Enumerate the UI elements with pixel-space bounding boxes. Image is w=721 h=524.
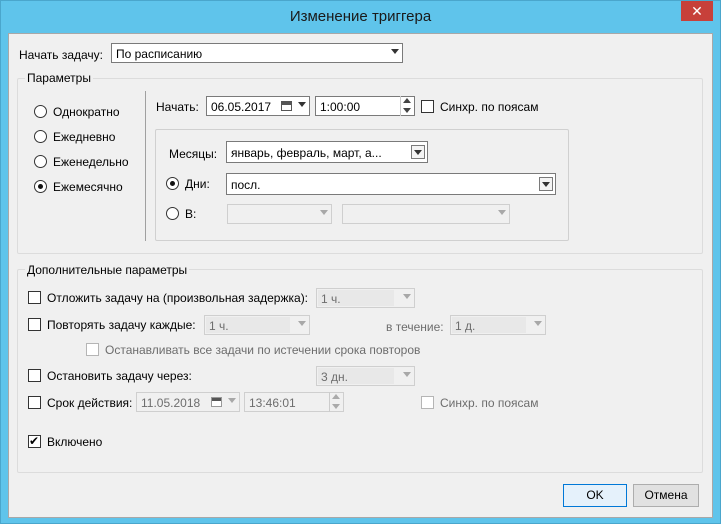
delay-select[interactable]: 1 ч. (316, 288, 415, 308)
expire-sync-checkbox[interactable] (421, 396, 434, 409)
cancel-button[interactable]: Отмена (633, 484, 699, 507)
repeat-label: Повторять задачу каждые: (47, 318, 196, 332)
radio-days[interactable] (166, 177, 179, 190)
chevron-down-icon (403, 372, 411, 377)
begin-task-value: По расписанию (116, 47, 203, 61)
checkmark-icon: ✔ (29, 434, 40, 448)
enabled-label: Включено (47, 435, 103, 449)
sync-timezones-label: Синхр. по поясам (440, 100, 539, 114)
days-select[interactable]: посл. (226, 173, 556, 195)
start-label: Начать: (156, 100, 199, 114)
start-date-value: 06.05.2017 (211, 100, 272, 114)
calendar-icon (211, 397, 222, 407)
delay-label: Отложить задачу на (произвольная задержк… (47, 291, 309, 305)
on-week-select[interactable] (227, 204, 332, 224)
advanced-group-title: Дополнительные параметры (25, 263, 190, 277)
repeat-value: 1 ч. (209, 319, 229, 333)
radio-once[interactable] (34, 105, 47, 118)
repeat-checkbox[interactable] (28, 318, 41, 331)
chevron-down-icon (534, 321, 542, 326)
radio-monthly[interactable] (34, 180, 47, 193)
enabled-checkbox[interactable]: ✔ (28, 434, 41, 448)
start-date-picker[interactable]: 06.05.2017 (206, 96, 310, 116)
on-weekday-select[interactable] (342, 204, 510, 224)
calendar-icon (281, 101, 292, 111)
radio-monthly-label: Ежемесячно (53, 180, 123, 194)
expire-date-value: 11.05.2018 (141, 396, 201, 410)
chevron-down-icon (542, 182, 550, 187)
radio-daily[interactable] (34, 130, 47, 143)
stop-after-checkbox[interactable] (28, 369, 41, 382)
chevron-down-icon (391, 49, 399, 54)
begin-task-select[interactable]: По расписанию (111, 43, 403, 63)
months-dropdown-button[interactable] (411, 145, 425, 159)
stop-after-label: Остановить задачу через: (47, 369, 192, 383)
radio-weekly[interactable] (34, 155, 47, 168)
months-select[interactable]: январь, февраль, март, а... (226, 141, 428, 163)
radio-weekly-label: Еженедельно (53, 155, 129, 169)
days-label: Дни: (185, 177, 210, 191)
chevron-down-icon (403, 294, 411, 299)
chevron-down-icon (498, 210, 506, 215)
chevron-down-icon (298, 321, 306, 326)
time-spinner-icon[interactable] (400, 96, 414, 116)
begin-task-label: Начать задачу: (19, 48, 103, 62)
chevron-down-icon (320, 210, 328, 215)
start-time-field[interactable]: 1:00:00 (315, 96, 415, 116)
radio-once-label: Однократно (53, 105, 120, 119)
days-dropdown-button[interactable] (539, 177, 553, 191)
days-value: посл. (231, 178, 261, 192)
close-button[interactable]: ✕ (681, 1, 713, 21)
title-bar[interactable]: Изменение триггера ✕ (1, 1, 720, 33)
duration-label: в течение: (386, 320, 444, 334)
dialog-window: Изменение триггера ✕ Начать задачу: По р… (0, 0, 721, 524)
radio-on[interactable] (166, 207, 179, 220)
parameters-group-title: Параметры (25, 71, 93, 85)
stop-after-value: 3 дн. (321, 370, 348, 384)
duration-value: 1 д. (455, 319, 476, 333)
divider (145, 91, 146, 241)
start-time-value: 1:00:00 (320, 100, 361, 114)
months-label: Месяцы: (169, 147, 218, 161)
dialog-body: Начать задачу: По расписанию Параметры О… (8, 33, 713, 518)
chevron-down-icon (298, 102, 306, 107)
expire-date-picker[interactable]: 11.05.2018 (136, 392, 240, 412)
stop-all-checkbox[interactable] (86, 343, 99, 356)
duration-select[interactable]: 1 д. (450, 315, 546, 335)
time-spinner-icon[interactable] (329, 392, 343, 412)
expire-checkbox[interactable] (28, 396, 41, 409)
ok-button[interactable]: OK (563, 484, 627, 507)
radio-daily-label: Ежедневно (53, 130, 116, 144)
delay-checkbox[interactable] (28, 291, 41, 304)
stop-all-label: Останавливать все задачи по истечении ср… (105, 343, 421, 357)
chevron-down-icon (414, 150, 422, 155)
expire-sync-label: Синхр. по поясам (440, 396, 539, 410)
on-label: В: (185, 207, 197, 221)
expire-time-field[interactable]: 13:46:01 (244, 392, 344, 412)
expire-time-value: 13:46:01 (249, 396, 296, 410)
sync-timezones-checkbox[interactable] (421, 100, 434, 113)
delay-value: 1 ч. (321, 292, 341, 306)
stop-after-select[interactable]: 3 дн. (316, 366, 415, 386)
expire-label: Срок действия: (47, 396, 133, 410)
dialog-title: Изменение триггера (289, 8, 432, 25)
months-value: январь, февраль, март, а... (231, 146, 382, 160)
repeat-select[interactable]: 1 ч. (204, 315, 310, 335)
chevron-down-icon (228, 398, 236, 403)
